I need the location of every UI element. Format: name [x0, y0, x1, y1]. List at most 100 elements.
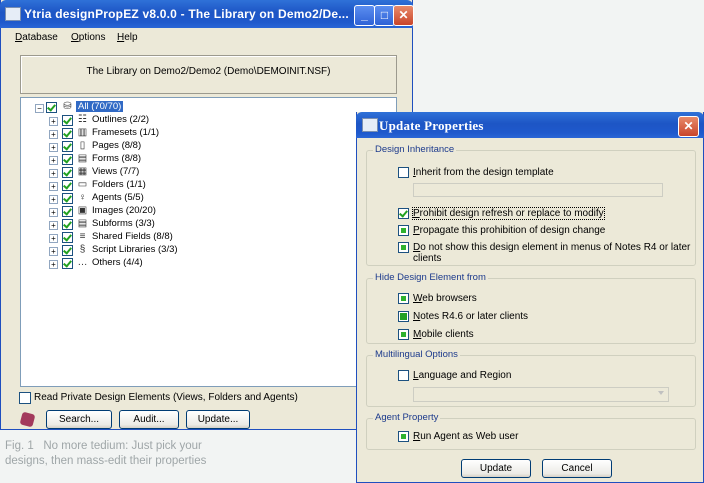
form-icon: ▤: [77, 153, 88, 164]
do-not-show-checkbox[interactable]: [398, 242, 409, 253]
collapse-icon[interactable]: −: [35, 104, 44, 113]
minimize-button[interactable]: _: [354, 5, 375, 26]
web-browsers-checkbox[interactable]: [398, 293, 409, 304]
audit-button[interactable]: Audit...: [119, 410, 179, 429]
tree-checkbox[interactable]: [62, 115, 73, 126]
page-icon: ▯: [79, 140, 86, 151]
tree-item-label: Views (7/7): [92, 166, 140, 177]
language-checkbox[interactable]: [398, 370, 409, 381]
script-library-icon: §: [79, 244, 86, 255]
tree-item-label: Pages (8/8): [92, 140, 142, 151]
tree-checkbox[interactable]: [62, 258, 73, 269]
figure-caption: Fig. 1 No more tedium: Just pick your de…: [5, 439, 345, 469]
design-inheritance-group: Design Inheritance Inherit from the desi…: [366, 144, 696, 266]
view-icon: ▦: [77, 166, 88, 177]
main-window-title: Ytria designPropEZ v8.0.0 - The Library …: [24, 7, 349, 21]
caption-line-2: designs, then mass-edit their properties: [5, 455, 207, 467]
expand-icon[interactable]: +: [49, 182, 58, 191]
mobile-clients-label: Mobile clients: [413, 329, 474, 340]
outline-icon: ☷: [78, 114, 87, 125]
dialog-title-bar[interactable]: Update Properties ✕: [356, 112, 704, 138]
menu-options[interactable]: Options: [71, 32, 105, 43]
notes-clients-label: Notes R4.6 or later clients: [413, 311, 529, 322]
tree-checkbox[interactable]: [62, 206, 73, 217]
tree-item-label: Framesets (1/1): [92, 127, 160, 138]
multilingual-heading: Multilingual Options: [373, 349, 460, 360]
chevron-down-icon: [658, 391, 664, 395]
tree-item-label: Images (20/20): [92, 205, 156, 216]
expand-icon[interactable]: +: [49, 117, 58, 126]
subform-icon: ▤: [77, 218, 88, 229]
expand-icon[interactable]: +: [49, 195, 58, 204]
tree-item-label: Others (4/4): [92, 257, 143, 268]
main-window: Ytria designPropEZ v8.0.0 - The Library …: [0, 0, 414, 430]
notes-clients-checkbox[interactable]: [398, 311, 409, 322]
notes-icon[interactable]: [18, 410, 38, 429]
tree-item-label: Agents (5/5): [92, 192, 144, 203]
propagate-checkbox[interactable]: [398, 225, 409, 236]
tree-checkbox[interactable]: [62, 154, 73, 165]
maximize-button[interactable]: □: [374, 5, 395, 26]
run-as-web-checkbox[interactable]: [398, 431, 409, 442]
tree-checkbox[interactable]: [62, 219, 73, 230]
hide-design-heading: Hide Design Element from: [373, 272, 488, 283]
menu-database[interactable]: Database: [15, 32, 58, 43]
database-path-panel: The Library on Demo2/Demo2 (Demo\DEMOINI…: [20, 55, 397, 94]
menu-help[interactable]: Help: [117, 32, 138, 43]
folder-icon: ▭: [77, 179, 88, 190]
design-elements-tree[interactable]: − ⛁ All (70/70) + ☷ Outlines (2/2) + ▥ F…: [20, 97, 397, 387]
tree-checkbox[interactable]: [62, 128, 73, 139]
expand-icon[interactable]: +: [49, 143, 58, 152]
shared-field-icon: ≡: [79, 231, 86, 242]
agent-property-heading: Agent Property: [373, 412, 441, 423]
tree-checkbox[interactable]: [62, 245, 73, 256]
dialog-update-button[interactable]: Update: [461, 459, 531, 478]
expand-icon[interactable]: +: [49, 221, 58, 230]
tree-checkbox[interactable]: [62, 232, 73, 243]
tree-item-label: Subforms (3/3): [92, 218, 155, 229]
main-title-bar[interactable]: Ytria designPropEZ v8.0.0 - The Library …: [0, 0, 414, 28]
expand-icon[interactable]: +: [49, 208, 58, 217]
expand-icon[interactable]: +: [49, 247, 58, 256]
tree-checkbox[interactable]: [62, 180, 73, 191]
close-button[interactable]: ✕: [393, 5, 414, 26]
tree-item-label: Folders (1/1): [92, 179, 146, 190]
database-icon: ⛁: [63, 101, 72, 112]
search-button[interactable]: Search...: [46, 410, 112, 429]
do-not-show-label: Do not show this design element in menus…: [413, 242, 691, 253]
run-as-web-label: Run Agent as Web user: [413, 431, 519, 442]
tree-item-label: Shared Fields (8/8): [92, 231, 173, 242]
caption-line-1: Fig. 1 No more tedium: Just pick your: [5, 440, 202, 452]
update-properties-dialog: Update Properties ✕ Design Inheritance I…: [356, 112, 704, 483]
menu-bar: Database Options Help: [1, 28, 412, 47]
expand-icon[interactable]: +: [49, 260, 58, 269]
web-browsers-label: Web browsers: [413, 293, 477, 304]
frameset-icon: ▥: [77, 127, 88, 138]
inherit-checkbox[interactable]: [398, 167, 409, 178]
inherit-label: Inherit from the design template: [413, 167, 554, 178]
tree-item-label: Forms (8/8): [92, 153, 142, 164]
design-inheritance-heading: Design Inheritance: [373, 144, 457, 155]
expand-icon[interactable]: +: [49, 169, 58, 178]
dialog-close-button[interactable]: ✕: [678, 116, 699, 137]
expand-icon[interactable]: +: [49, 234, 58, 243]
language-region-combo[interactable]: [413, 387, 669, 402]
tree-checkbox[interactable]: [46, 102, 57, 113]
tree-checkbox[interactable]: [62, 193, 73, 204]
propagate-label: Propagate this prohibition of design cha…: [413, 225, 606, 236]
tree-checkbox[interactable]: [62, 167, 73, 178]
read-private-checkbox[interactable]: [19, 392, 31, 404]
expand-icon[interactable]: +: [49, 130, 58, 139]
tree-item-label: All (70/70): [76, 101, 124, 112]
agent-property-group: Agent Property Run Agent as Web user: [366, 412, 696, 450]
database-path: The Library on Demo2/Demo2 (Demo\DEMOINI…: [86, 66, 331, 77]
update-button[interactable]: Update...: [186, 410, 250, 429]
expand-icon[interactable]: +: [49, 156, 58, 165]
dialog-cancel-button[interactable]: Cancel: [542, 459, 612, 478]
agent-icon: ♀: [78, 192, 87, 203]
prohibit-label: Prohibit design refresh or replace to mo…: [412, 207, 605, 220]
template-name-field[interactable]: [413, 183, 663, 197]
mobile-clients-checkbox[interactable]: [398, 329, 409, 340]
prohibit-checkbox[interactable]: [398, 208, 409, 219]
tree-checkbox[interactable]: [62, 141, 73, 152]
